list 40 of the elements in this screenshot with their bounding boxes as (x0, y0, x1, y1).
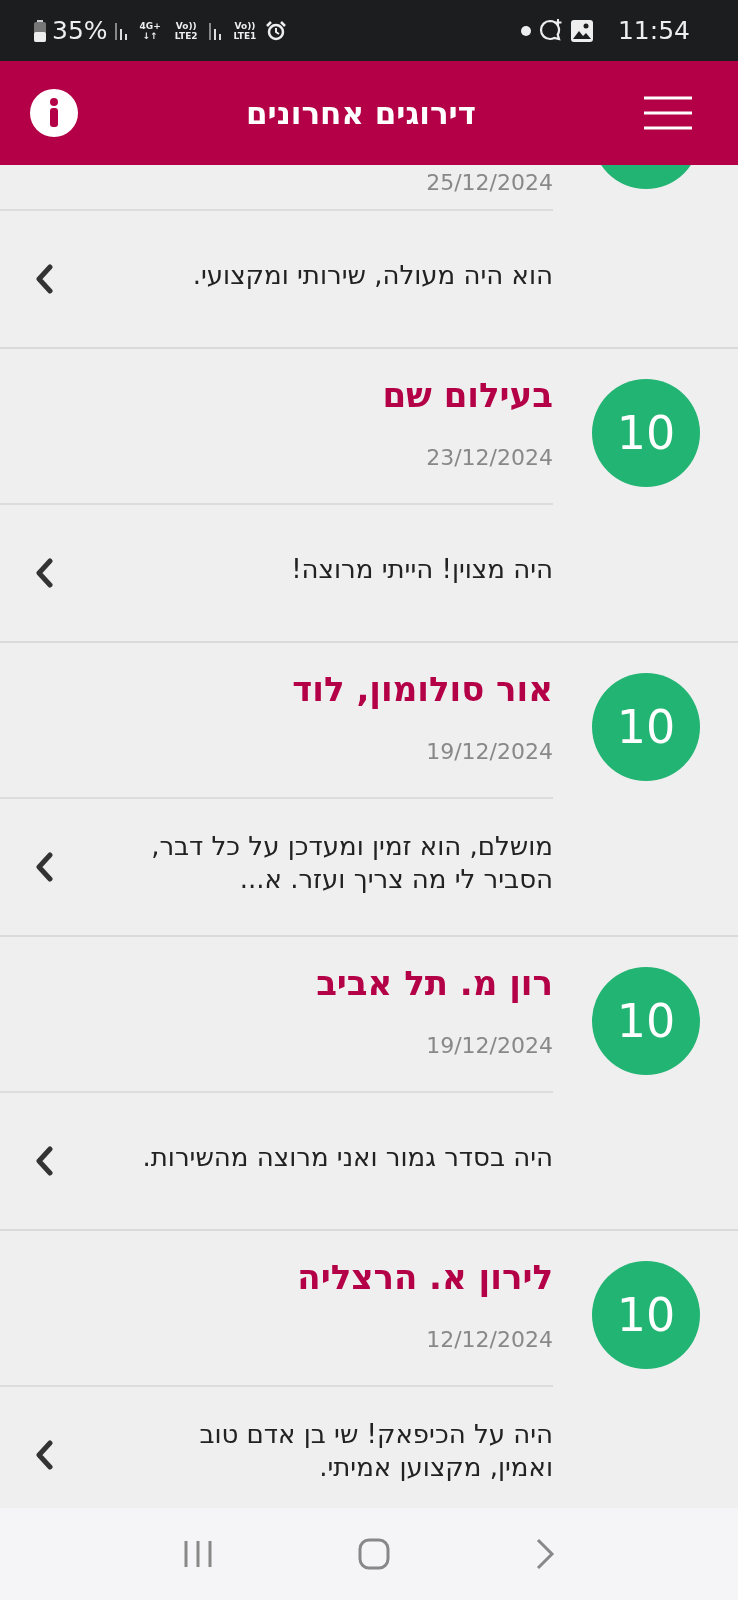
chevron-left-icon[interactable] (34, 852, 54, 882)
chevron-left-icon[interactable] (34, 264, 54, 294)
review-text: מושלם, הוא זמין ומעדכן על כל דבר, הסביר לי מה צריך ועזר. א... (150, 830, 553, 896)
clock-time: 11:54 (617, 16, 690, 45)
network-label: Vo)) LTE2 (174, 20, 198, 41)
review-text: היה מצוין! הייתי מרוצה! (290, 552, 553, 586)
review-text: הוא היה מעולה, שירותי ומקצועי. (191, 258, 553, 292)
chevron-left-icon[interactable] (34, 1440, 54, 1470)
page-title: דירוגים אחרונים (246, 95, 476, 131)
review-date: 12/12/2024 (426, 1327, 553, 1352)
review-text: היה על הכיפאק! שי בן אדם טוב ואמין, מקצוען אמיתי. (198, 1418, 553, 1484)
score-circle: 10 (592, 673, 700, 781)
chevron-left-icon[interactable] (34, 1146, 54, 1176)
chevron-left-icon[interactable] (34, 558, 54, 588)
dot-icon (519, 24, 532, 37)
reviewer-name: אור סולומון, לוד (292, 669, 553, 709)
review-date: 19/12/2024 (426, 739, 553, 764)
score-circle: 10 (592, 379, 700, 487)
score-circle: 10 (592, 967, 700, 1075)
reviewer-name: לירון א. הרצליה (297, 1257, 553, 1297)
score-circle: 10 (592, 1261, 700, 1369)
back-icon[interactable] (535, 1538, 556, 1570)
menu-button[interactable] (644, 96, 692, 130)
battery-percentage: 35% (52, 16, 108, 45)
image-icon (569, 18, 594, 43)
reviewer-name: רון מ. תל אביב (316, 963, 553, 1003)
recent-apps-icon[interactable] (182, 1539, 213, 1569)
alarm-icon (266, 20, 287, 41)
network-label: Vo)) LTE1 (233, 20, 257, 41)
home-icon[interactable] (358, 1538, 390, 1570)
reviewer-name: בעילום שם (382, 375, 553, 415)
signal-icon (207, 20, 224, 41)
review-date: 25/12/2024 (426, 170, 553, 195)
battery-icon (34, 19, 46, 42)
info-button[interactable] (30, 89, 78, 137)
review-date: 19/12/2024 (426, 1033, 553, 1058)
review-date: 23/12/2024 (426, 445, 553, 470)
review-text: היה בסדר גמור ואני מרוצה מהשירות. (141, 1140, 553, 1174)
network-label: 4G+ ↓↑ (139, 20, 161, 41)
signal-icon (113, 20, 130, 41)
